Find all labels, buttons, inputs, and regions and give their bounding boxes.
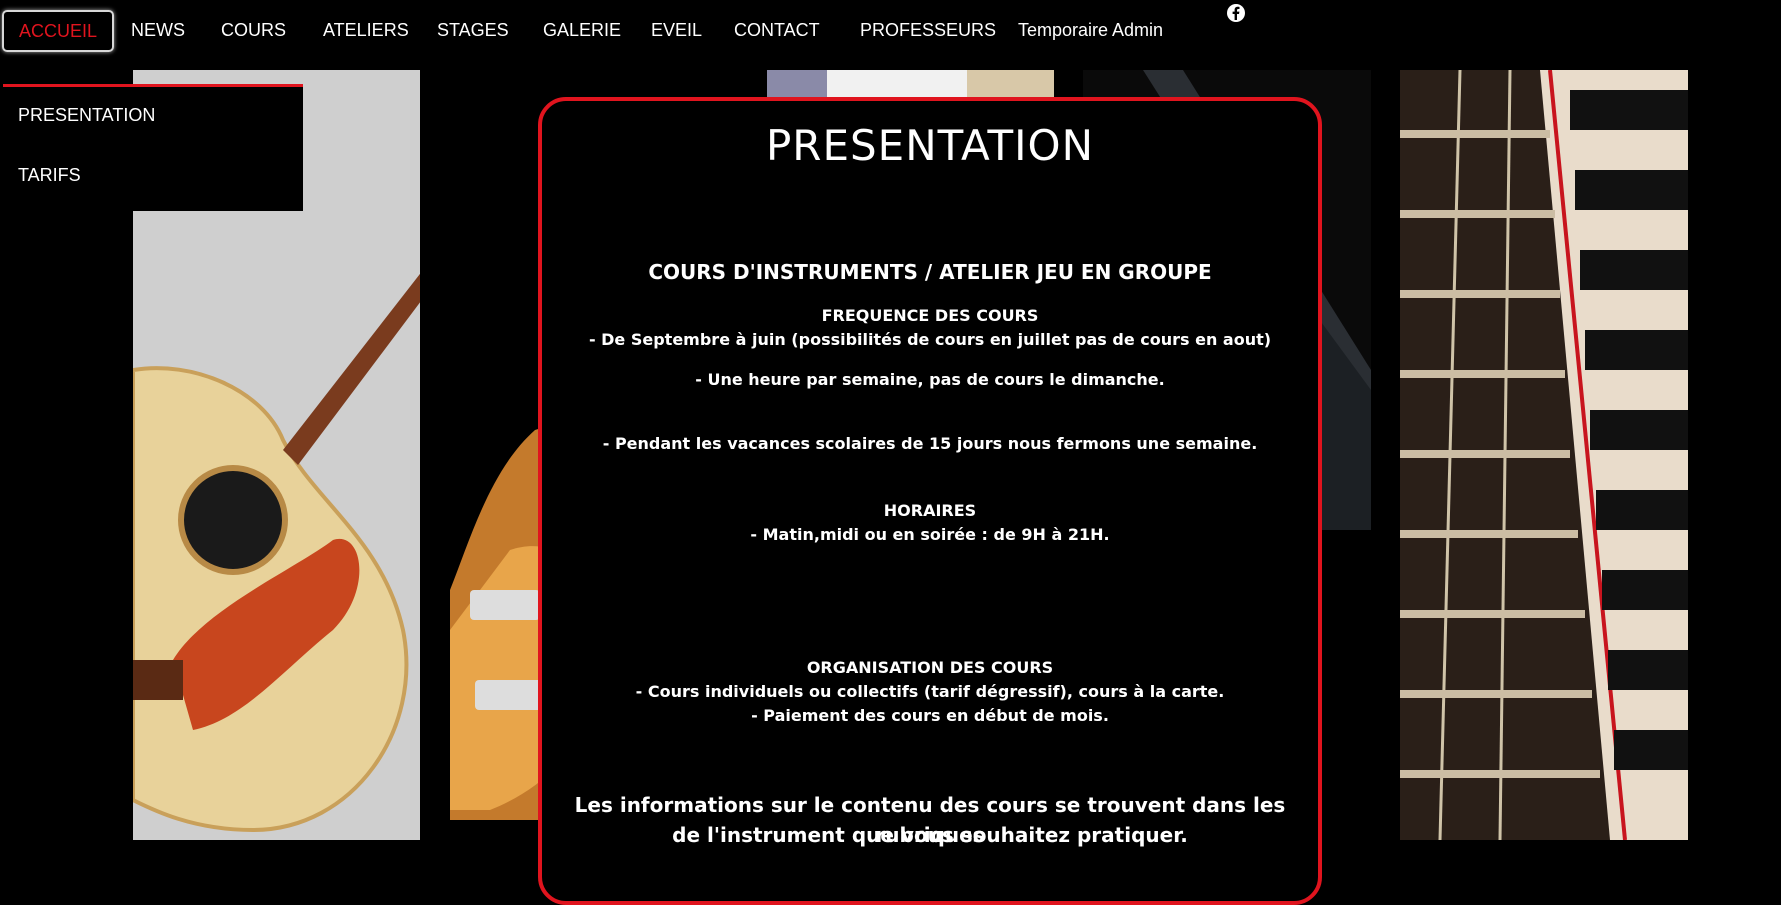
organisation-line-2: - Paiement des cours en début de mois. <box>751 706 1109 725</box>
organisation-heading: ORGANISATION DES COURS <box>806 658 1054 677</box>
frequence-heading: FREQUENCE DES COURS <box>821 306 1039 325</box>
facebook-icon[interactable] <box>1226 3 1246 23</box>
dropdown-item-tarifs[interactable]: TARIFS <box>18 165 81 186</box>
nav-item-temporaire-admin[interactable]: Temporaire Admin <box>1018 9 1163 51</box>
guitar-neck-image <box>1400 70 1688 840</box>
nav-item-professeurs[interactable]: PROFESSEURS <box>860 9 996 51</box>
dropdown-item-presentation[interactable]: PRESENTATION <box>18 105 155 126</box>
horaires-heading: HORAIRES <box>883 501 977 520</box>
presentation-card: PRESENTATION COURS D'INSTRUMENTS / ATELI… <box>538 97 1322 905</box>
accueil-dropdown-menu: PRESENTATION TARIFS <box>3 84 303 211</box>
top-navigation: ACCUEIL NEWS COURS ATELIERS STAGES GALER… <box>0 0 1781 62</box>
organisation-line-1: - Cours individuels ou collectifs (tarif… <box>635 682 1225 701</box>
nav-item-cours[interactable]: COURS <box>221 9 286 51</box>
nav-item-accueil[interactable]: ACCUEIL <box>2 10 115 52</box>
nav-item-stages[interactable]: STAGES <box>437 9 509 51</box>
nav-item-galerie[interactable]: GALERIE <box>543 9 621 51</box>
nav-item-eveil[interactable]: EVEIL <box>651 9 702 51</box>
courses-subtitle: COURS D'INSTRUMENTS / ATELIER JEU EN GRO… <box>648 260 1212 284</box>
nav-item-news[interactable]: NEWS <box>131 9 185 51</box>
frequence-line-1: - De Septembre à juin (possibilités de c… <box>588 330 1272 349</box>
frequence-line-2: - Une heure par semaine, pas de cours le… <box>695 370 1165 389</box>
nav-item-ateliers[interactable]: ATELIERS <box>323 9 409 51</box>
closing-line-2: de l'instrument que vous souhaitez prati… <box>672 823 1188 847</box>
page-title: PRESENTATION <box>765 121 1095 170</box>
top-center-image <box>767 70 1054 100</box>
horaires-line-1: - Matin,midi ou en soirée : de 9H à 21H. <box>750 525 1110 544</box>
frequence-line-3: - Pendant les vacances scolaires de 15 j… <box>602 434 1258 453</box>
nav-item-contact[interactable]: CONTACT <box>734 9 820 51</box>
